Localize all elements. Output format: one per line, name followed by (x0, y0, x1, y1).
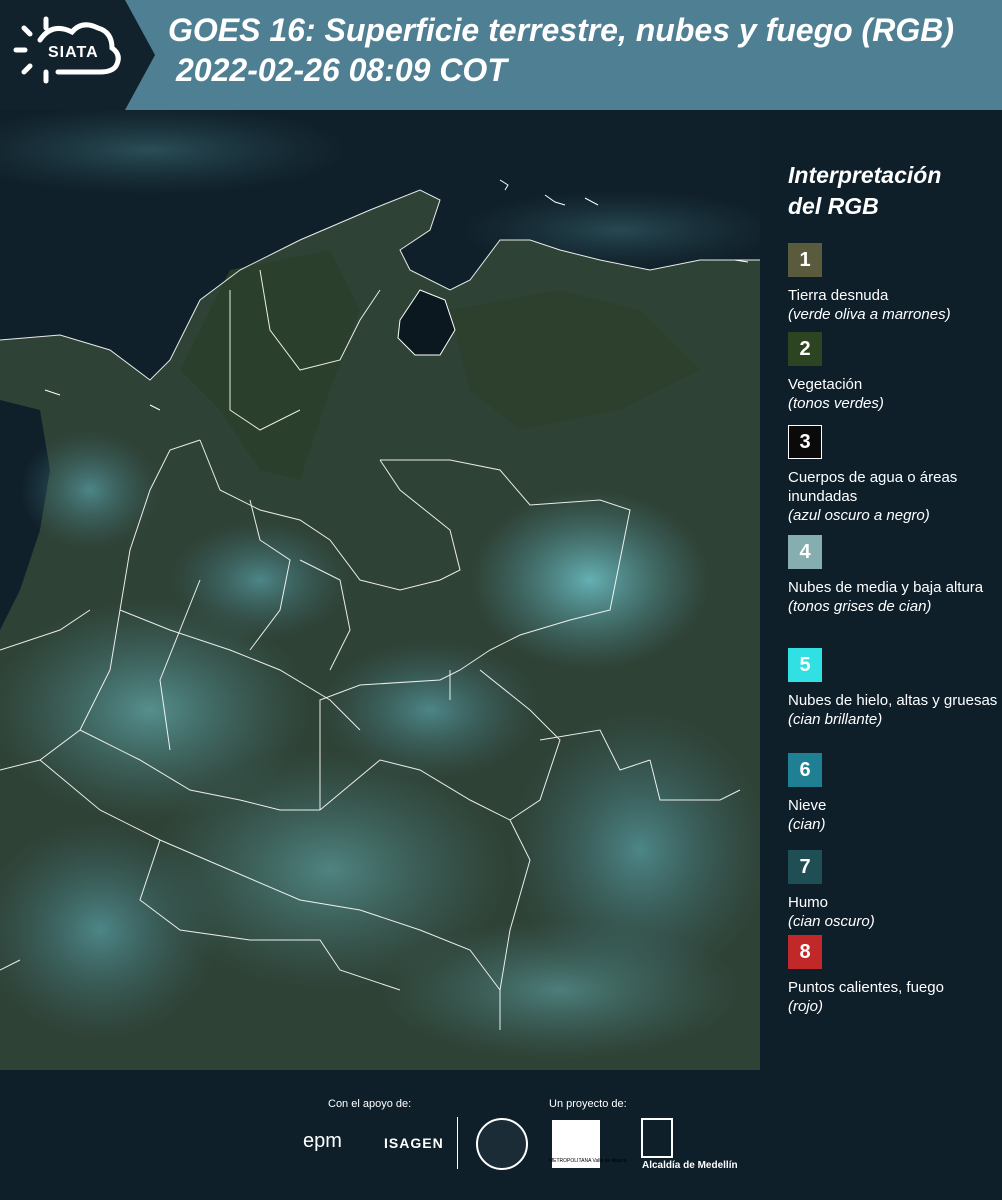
legend-title: Interpretación del RGB (788, 160, 988, 222)
legend-swatch: 6 (788, 753, 822, 787)
legend-item: 1 Tierra desnuda (verde oliva a marrones) (788, 243, 998, 324)
legend-title-line2: del RGB (788, 193, 879, 219)
legend-item: 5 Nubes de hielo, altas y gruesas (cian br… (788, 648, 998, 729)
legend-label: Cuerpos de agua o áreas inundadas (788, 469, 958, 505)
legend-label: Nubes de hielo, altas y gruesas (788, 692, 998, 709)
legend-swatch: 2 (788, 332, 822, 366)
area-metropolitana-name: METROPOLITANA Valle de Aburrá (549, 1158, 627, 1164)
alcaldia-logo-text: Alcaldía de Medellín (642, 1160, 738, 1171)
medellin-seal-icon (476, 1118, 528, 1170)
legend-swatch: 4 (788, 535, 822, 569)
map-timestamp: 2022-02-26 08:09 COT (176, 52, 507, 88)
footer-divider (457, 1117, 458, 1169)
legend-description: (cian oscuro) (788, 913, 875, 930)
legend-label: Puntos calientes, fuego (788, 979, 944, 996)
legend-swatch: 1 (788, 243, 822, 277)
colombia-map-image (0, 110, 760, 1070)
legend-label: Humo (788, 894, 829, 911)
legend-swatch: 7 (788, 850, 822, 884)
siata-logo: SIATA (0, 0, 155, 110)
epm-logo: epm (303, 1130, 342, 1152)
legend-label: Nubes de media y baja altura (788, 579, 984, 596)
legend-description: (rojo) (788, 998, 824, 1015)
legend-item: 3 Cuerpos de agua o áreas inundadas (azul … (788, 425, 998, 525)
legend-item: 7 Humo (cian oscuro) (788, 850, 998, 931)
legend-description: (verde oliva a marrones) (788, 306, 951, 323)
header-bar: SIATA GOES 16: Superficie terrestre, nub… (0, 0, 1002, 110)
legend-description: (tonos verdes) (788, 395, 884, 412)
legend-label: Tierra desnuda (788, 287, 889, 304)
legend-description: (tonos grises de cian) (788, 598, 932, 615)
legend-item: 4 Nubes de media y baja altura (tonos gris… (788, 535, 998, 616)
legend-swatch: 5 (788, 648, 822, 682)
support-label: Con el apoyo de: (328, 1098, 412, 1110)
legend-description: (cian) (788, 816, 826, 833)
legend-title-line1: Interpretación (788, 162, 942, 188)
project-label: Un proyecto de: (549, 1098, 627, 1110)
map-title: GOES 16: Superficie terrestre, nubes y f… (168, 12, 954, 48)
legend-label: Vegetación (788, 376, 863, 393)
legend-item: 6 Nieve (cian) (788, 753, 998, 834)
legend-item: 2 Vegetación (tonos verdes) (788, 332, 998, 413)
legend-description: (cian brillante) (788, 711, 883, 728)
alcaldia-shield-icon (641, 1118, 673, 1158)
legend-swatch: 3 (788, 425, 822, 459)
legend-item: 8 Puntos calientes, fuego (rojo) (788, 935, 998, 1016)
legend-swatch: 8 (788, 935, 822, 969)
logo-text: SIATA (48, 44, 99, 61)
legend-label: Nieve (788, 797, 827, 814)
legend-panel: Interpretación del RGB 1 Tierra desnuda (v… (760, 110, 1002, 1070)
isagen-logo: ISAGEN (384, 1135, 444, 1151)
legend-description: (azul oscuro a negro) (788, 507, 930, 524)
satellite-map[interactable] (0, 110, 760, 1070)
